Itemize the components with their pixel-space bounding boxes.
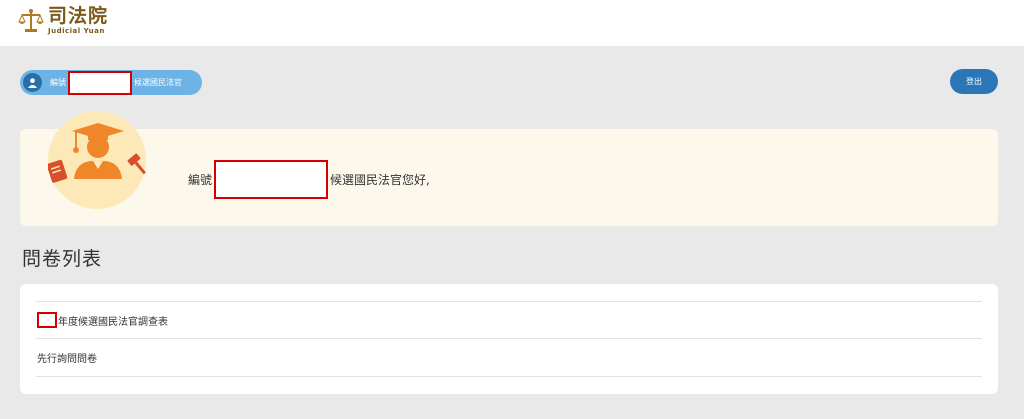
survey-item-preliminary[interactable]: 先行詢問問卷	[37, 348, 97, 366]
user-icon	[23, 73, 42, 92]
redacted-greeting-id	[214, 159, 329, 199]
judge-avatar-illustration	[46, 111, 146, 209]
top-header: 司法院 Judicial Yuan	[0, 0, 1024, 46]
survey-item-annual[interactable]: 年度候選國民法官調查表	[37, 311, 168, 329]
scales-icon	[18, 9, 44, 32]
logo-text: 司法院 Judicial Yuan	[48, 7, 108, 35]
greeting-prefix: 編號	[188, 172, 213, 187]
list-divider	[36, 301, 982, 302]
logo-chinese: 司法院	[48, 5, 109, 27]
survey-list-title: 問卷列表	[22, 248, 103, 270]
user-id-prefix: 編號	[50, 78, 66, 87]
survey-item-label: 年度候選國民法官調查表	[58, 316, 168, 328]
judicial-yuan-logo[interactable]: 司法院 Judicial Yuan	[18, 6, 108, 36]
survey-item-label: 先行詢問問卷	[37, 353, 97, 365]
list-divider	[36, 338, 982, 339]
user-role: 候選國民法官	[134, 78, 182, 87]
redacted-year	[37, 312, 57, 328]
graduate-judge-icon	[46, 123, 146, 183]
logout-button[interactable]: 登出	[950, 69, 998, 94]
logo-english: Judicial Yuan	[48, 27, 105, 35]
welcome-greeting: 編號 候選國民法官您好,	[188, 159, 430, 199]
greeting-suffix: 候選國民法官您好,	[330, 172, 430, 187]
user-badge: 編號 候選國民法官	[20, 70, 202, 95]
survey-list: 年度候選國民法官調查表 先行詢問問卷	[20, 284, 998, 394]
list-divider	[36, 376, 982, 377]
welcome-banner: 編號 候選國民法官您好,	[20, 111, 998, 226]
redacted-user-id	[68, 70, 132, 95]
